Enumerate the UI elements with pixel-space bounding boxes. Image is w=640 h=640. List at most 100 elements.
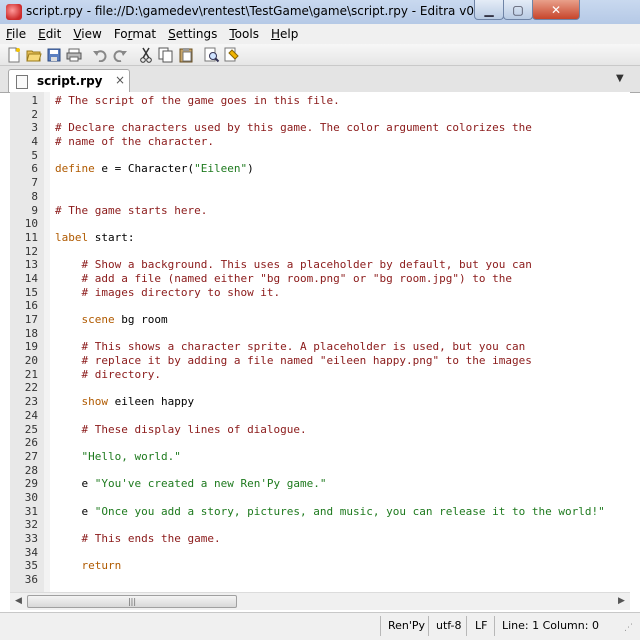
line-number: 22 (24, 381, 38, 395)
line-number: 2 (31, 107, 38, 121)
line-text: return (81, 559, 122, 573)
save-icon[interactable] (46, 47, 62, 63)
minimize-button[interactable]: ▁ (474, 0, 504, 20)
menu-item-edit[interactable]: Edit (32, 27, 67, 41)
line-number: 1 (31, 94, 38, 107)
line-number: 7 (31, 176, 38, 190)
scroll-right-icon[interactable]: ▶ (613, 593, 630, 610)
scroll-left-icon[interactable]: ◀ (10, 593, 27, 610)
line-text: # name of the character. (55, 135, 214, 149)
cut-icon[interactable] (138, 47, 154, 63)
code-line[interactable]: 12 (10, 245, 630, 259)
line-number: 15 (24, 285, 38, 299)
code-line[interactable]: 6 define e = Character("Eileen") (10, 162, 630, 176)
line-number: 18 (24, 326, 38, 340)
line-number: 20 (24, 354, 38, 368)
code-line[interactable]: 28 (10, 464, 630, 478)
new-file-icon[interactable] (6, 47, 22, 63)
undo-icon[interactable] (92, 47, 108, 63)
redo-icon[interactable] (112, 47, 128, 63)
minimize-icon: ▁ (484, 2, 494, 17)
code-line[interactable]: 25 # These display lines of dialogue. (10, 423, 630, 437)
find-replace-icon[interactable] (224, 47, 240, 63)
print-icon[interactable] (66, 47, 82, 63)
line-text: # This ends the game. (81, 532, 221, 545)
code-line[interactable]: 2 (10, 108, 630, 122)
tab-label: script.rpy (37, 74, 103, 88)
code-line[interactable]: 15 # images directory to show it. (10, 286, 630, 300)
code-line[interactable]: 9 # The game starts here. (10, 204, 630, 218)
code-line[interactable]: 7 (10, 176, 630, 190)
tab-menu-dropdown-icon[interactable]: ▼ (616, 73, 624, 84)
editra-app-icon (6, 4, 22, 20)
code-line[interactable]: 19 # This shows a character sprite. A pl… (10, 340, 630, 354)
code-line[interactable]: 8 (10, 190, 630, 204)
code-line[interactable]: 14 # add a file (named either "bg room.p… (10, 272, 630, 286)
find-icon[interactable] (204, 47, 220, 63)
menu-item-tools[interactable]: Tools (223, 27, 265, 41)
code-line[interactable]: 5 (10, 149, 630, 163)
horizontal-scrollbar[interactable]: ◀ ||| ▶ (10, 592, 630, 610)
line-text: show eileen happy (81, 395, 195, 409)
code-line[interactable]: 21 # directory. (10, 368, 630, 382)
menu-item-help[interactable]: Help (265, 27, 304, 41)
scrollbar-thumb[interactable]: ||| (27, 595, 237, 608)
copy-icon[interactable] (158, 47, 174, 63)
line-text: # Declare characters used by this game. … (55, 121, 532, 135)
tab-script-rpy[interactable]: script.rpy × (8, 69, 130, 92)
code-line[interactable]: 26 (10, 436, 630, 450)
open-folder-icon[interactable] (26, 47, 42, 63)
code-line[interactable]: 24 (10, 409, 630, 423)
line-text: scene bg room (81, 313, 168, 326)
file-icon (16, 75, 28, 89)
code-line[interactable]: 29 e "You've created a new Ren'Py game." (10, 477, 630, 491)
code-line[interactable]: 10 (10, 217, 630, 231)
code-line[interactable]: 20 # replace it by adding a file named "… (10, 354, 630, 368)
code-line[interactable]: 22 (10, 381, 630, 395)
code-line[interactable]: 13 # Show a background. This uses a plac… (10, 258, 630, 272)
menu-item-view[interactable]: View (67, 27, 107, 41)
close-button[interactable]: ✕ (532, 0, 580, 20)
line-number: 16 (24, 299, 38, 313)
line-number: 4 (31, 135, 38, 149)
code-line[interactable]: 34 (10, 546, 630, 560)
menu-item-format[interactable]: Format (108, 27, 162, 41)
code-line[interactable]: 30 (10, 491, 630, 505)
line-number: 34 (24, 545, 38, 559)
resize-grip-icon[interactable]: ⋰ (624, 623, 633, 633)
maximize-button[interactable]: ▢ (503, 0, 533, 20)
status-encoding[interactable]: utf-8 (436, 619, 462, 632)
code-line[interactable]: 1 # The script of the game goes in this f… (10, 94, 630, 108)
code-line[interactable]: 16 (10, 299, 630, 313)
code-line[interactable]: 33 # This ends the game. (10, 532, 630, 546)
code-line[interactable]: 23 show eileen happy (10, 395, 630, 409)
code-editor[interactable]: 1 # The script of the game goes in this f… (10, 92, 630, 592)
line-number: 6 (31, 162, 38, 176)
status-lexer[interactable]: Ren'Py (388, 619, 425, 632)
paste-icon[interactable] (178, 47, 194, 63)
code-line[interactable]: 4 # name of the character. (10, 135, 630, 149)
tab-close-icon[interactable]: × (115, 73, 125, 87)
code-line[interactable]: 11 label start: (10, 231, 630, 245)
status-eol[interactable]: LF (475, 619, 487, 632)
line-number: 31 (24, 504, 38, 518)
code-line[interactable]: 17 scene bg room (10, 313, 630, 327)
code-line[interactable]: 31 e "Once you add a story, pictures, an… (10, 505, 630, 519)
maximize-icon: ▢ (512, 2, 524, 17)
code-line[interactable]: 35 return (10, 559, 630, 573)
notebook-tab-bar: script.rpy × ▼ (0, 66, 640, 93)
line-text: label start: (55, 230, 135, 244)
line-text: "Hello, world." (81, 449, 181, 463)
menu-item-file[interactable]: File (0, 27, 32, 41)
line-number: 13 (24, 258, 38, 272)
code-line[interactable]: 18 (10, 327, 630, 341)
menu-item-settings[interactable]: Settings (162, 27, 223, 41)
line-number: 10 (24, 217, 38, 231)
code-line[interactable]: 27 "Hello, world." (10, 450, 630, 464)
code-line[interactable]: 3 # Declare characters used by this game.… (10, 121, 630, 135)
line-text: # The game starts here. (55, 203, 208, 217)
code-line[interactable]: 32 (10, 518, 630, 532)
line-text: # replace it by adding a file named "eil… (81, 354, 532, 368)
line-number: 21 (24, 367, 38, 381)
code-line[interactable]: 36 (10, 573, 630, 587)
